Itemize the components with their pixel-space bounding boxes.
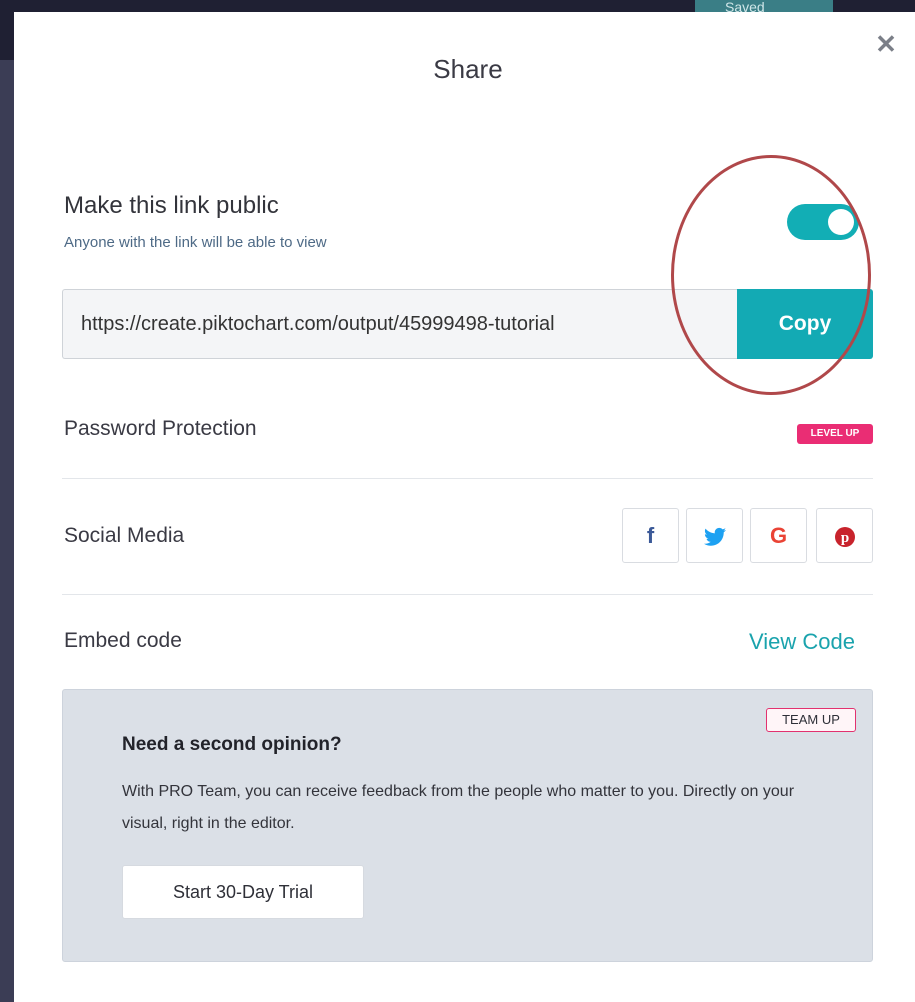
facebook-icon[interactable]: f [622, 508, 679, 563]
embed-code-label: Embed code [64, 629, 182, 652]
close-icon[interactable]: ✕ [874, 31, 898, 57]
share-url-field[interactable]: https://create.piktochart.com/output/459… [62, 289, 737, 359]
level-up-badge[interactable]: LEVEL UP [797, 424, 873, 444]
team-promo-card: TEAM UP Need a second opinion? With PRO … [62, 689, 873, 962]
view-code-link[interactable]: View Code [749, 629, 855, 655]
public-link-toggle[interactable] [787, 204, 859, 240]
pinterest-p-icon: p [834, 527, 855, 548]
promo-text: With PRO Team, you can receive feedback … [122, 783, 795, 832]
pinterest-icon[interactable]: p [816, 508, 873, 563]
editor-sidebar [0, 60, 14, 1002]
google-icon[interactable]: G [750, 508, 807, 563]
public-link-title: Make this link public [64, 192, 279, 219]
divider [62, 594, 873, 595]
copy-button[interactable]: Copy [737, 289, 873, 359]
public-link-subtitle: Anyone with the link will be able to vie… [64, 234, 327, 251]
svg-text:p: p [840, 530, 848, 546]
twitter-bird-icon [703, 528, 726, 546]
toggle-knob [828, 209, 854, 235]
password-protection-label: Password Protection [64, 417, 257, 440]
twitter-icon[interactable] [686, 508, 743, 563]
modal-title: Share [433, 54, 503, 84]
start-trial-button[interactable]: Start 30-Day Trial [122, 865, 364, 919]
team-up-badge: TEAM UP [766, 708, 856, 732]
divider [62, 478, 873, 479]
share-modal: Share ✕ Make this link public Anyone wit… [14, 12, 915, 1002]
social-media-label: Social Media [64, 524, 185, 547]
promo-title: Need a second opinion? [122, 734, 342, 755]
